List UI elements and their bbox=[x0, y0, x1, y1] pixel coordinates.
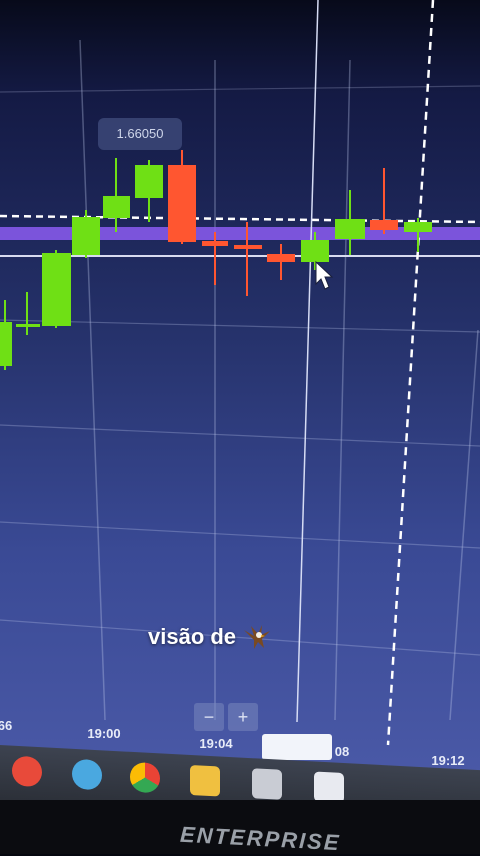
candle bbox=[72, 210, 100, 258]
browser-icon[interactable] bbox=[72, 758, 102, 791]
caption-text: visão de bbox=[148, 624, 237, 649]
time-label: 66 bbox=[0, 718, 13, 733]
candle bbox=[370, 168, 398, 234]
candle bbox=[335, 190, 365, 255]
expiry-line bbox=[386, 0, 435, 746]
photos-icon[interactable] bbox=[314, 771, 344, 804]
candle bbox=[168, 150, 196, 244]
candle bbox=[16, 292, 40, 335]
video-caption: visão de bbox=[148, 622, 272, 652]
current-time-indicator bbox=[262, 734, 332, 760]
candle bbox=[42, 250, 71, 328]
eagle-icon bbox=[244, 625, 271, 649]
candle bbox=[267, 244, 295, 280]
price-tag: 1.66050 bbox=[98, 118, 182, 150]
time-label: 19:04 bbox=[199, 736, 233, 751]
cursor-vertical-line bbox=[296, 0, 319, 723]
time-label: 08 bbox=[334, 744, 350, 759]
time-label: 19:12 bbox=[431, 753, 465, 768]
zoom-in-button[interactable]: + bbox=[228, 703, 258, 731]
media-player-icon[interactable] bbox=[12, 755, 42, 788]
folder-icon[interactable] bbox=[190, 764, 220, 797]
zoom-out-button[interactable]: − bbox=[194, 703, 224, 731]
time-label: 19:00 bbox=[87, 726, 121, 741]
chrome-icon[interactable] bbox=[130, 761, 160, 794]
candle bbox=[0, 300, 12, 370]
candlestick-chart[interactable] bbox=[0, 0, 480, 790]
calculator-icon[interactable] bbox=[252, 768, 282, 800]
grid-horizontal bbox=[0, 85, 480, 656]
candle bbox=[103, 158, 130, 232]
mouse-cursor-icon bbox=[315, 260, 334, 290]
zoom-controls: − + bbox=[194, 703, 258, 731]
candle bbox=[135, 160, 163, 222]
trading-chart-screen: 1.66050 66 19:00 19:04 08 19:12 − + visã… bbox=[0, 0, 480, 790]
